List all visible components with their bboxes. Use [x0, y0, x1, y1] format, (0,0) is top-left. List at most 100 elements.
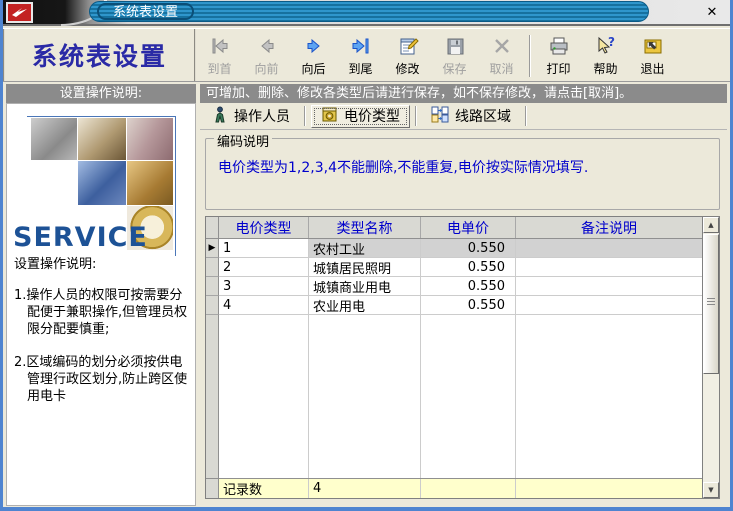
- person-icon: [212, 106, 228, 127]
- save-icon: [444, 36, 466, 59]
- scrollbar-thumb[interactable]: [703, 234, 719, 374]
- price-type-grid: 电价类型 类型名称 电单价 备注说明 ▶ 1 农村工业 0.550: [205, 216, 720, 499]
- service-logo-text: SERVICE: [13, 222, 148, 253]
- row-marker-icon: ▶: [206, 239, 219, 258]
- print-button[interactable]: 打印: [535, 29, 582, 81]
- collage-photo-fountain-pen: [78, 118, 126, 160]
- groupbox-note-text: 电价类型为1,2,3,4不能删除,不能重复,电价按实际情况填写.: [218, 157, 588, 177]
- row-selector[interactable]: [206, 277, 219, 296]
- help-icon: ?: [595, 36, 617, 59]
- cell-type[interactable]: 4: [219, 296, 309, 315]
- area-docs-icon: [431, 106, 449, 127]
- tab-line-area[interactable]: 线路区域: [422, 105, 520, 128]
- tab-bar: 操作人员 电价类型 线路区域: [200, 103, 727, 130]
- first-button[interactable]: 到首: [196, 29, 243, 81]
- cell-name[interactable]: 城镇商业用电: [309, 277, 421, 296]
- window-title: 系统表设置: [97, 3, 194, 20]
- col-header-type-name[interactable]: 类型名称: [309, 217, 421, 238]
- row-selector[interactable]: [206, 258, 219, 277]
- grid-table: 电价类型 类型名称 电单价 备注说明 ▶ 1 农村工业 0.550: [206, 217, 702, 498]
- grid-footer-row: 记录数 4: [206, 478, 702, 498]
- cell-price[interactable]: 0.550: [421, 296, 516, 315]
- groupbox-title: 编码说明: [214, 131, 272, 150]
- cell-note[interactable]: [516, 296, 702, 315]
- first-button-label: 到首: [207, 60, 231, 77]
- tab-price-type[interactable]: 电价类型: [311, 105, 410, 128]
- exit-button[interactable]: 退出: [629, 29, 676, 81]
- close-button[interactable]: ✕: [702, 4, 722, 21]
- toolbar-separator: [529, 35, 531, 77]
- cell-name[interactable]: 农村工业: [309, 239, 421, 258]
- app-window: 系统表设置 ✕ 系统表设置 到首 向前 向后: [0, 0, 733, 511]
- grid-empty-area: [206, 315, 702, 478]
- col-header-unit-price[interactable]: 电单价: [421, 217, 516, 238]
- last-button[interactable]: 到尾: [337, 29, 384, 81]
- tab-price-type-label: 电价类型: [344, 106, 400, 126]
- col-header-price-type[interactable]: 电价类型: [219, 217, 309, 238]
- cell-price[interactable]: 0.550: [421, 258, 516, 277]
- modify-button-label: 修改: [395, 60, 419, 77]
- print-button-label: 打印: [546, 60, 570, 77]
- sidebar-header: 设置操作说明:: [6, 84, 196, 103]
- grid-selector-header: [206, 217, 219, 238]
- cell-type[interactable]: 3: [219, 277, 309, 296]
- content-area: 设置操作说明: SERVICE 设置操作说明: 1.操作人员的权限可按需要分配便…: [6, 84, 727, 506]
- cell-price[interactable]: 0.550: [421, 239, 516, 258]
- grid-header-row: 电价类型 类型名称 电单价 备注说明: [206, 217, 702, 239]
- arrow-last-icon: [350, 36, 372, 59]
- scroll-down-button[interactable]: ▼: [703, 482, 719, 498]
- help-button[interactable]: ? 帮助: [582, 29, 629, 81]
- title-banner: 系统表设置: [89, 1, 649, 22]
- code-description-groupbox: 编码说明 电价类型为1,2,3,4不能删除,不能重复,电价按实际情况填写.: [205, 138, 720, 210]
- cell-type[interactable]: 1: [219, 239, 309, 258]
- table-row[interactable]: 3 城镇商业用电 0.550: [206, 277, 702, 296]
- cell-name[interactable]: 城镇居民照明: [309, 258, 421, 277]
- scroll-up-button[interactable]: ▲: [703, 217, 719, 233]
- scroll-up-icon: ▲: [708, 221, 713, 229]
- grid-selector-filler: [206, 315, 219, 478]
- note-item-1: 1.操作人员的权限可按需要分配便于兼职操作,但管理员权限分配要慎重;: [14, 287, 191, 338]
- col-header-note[interactable]: 备注说明: [516, 217, 702, 238]
- collage-hline-decoration: [27, 116, 176, 117]
- tab-operators[interactable]: 操作人员: [203, 105, 299, 128]
- cancel-icon: [491, 36, 513, 59]
- cancel-button[interactable]: 取消: [478, 29, 525, 81]
- cancel-button-label: 取消: [489, 60, 513, 77]
- tab-operators-label: 操作人员: [234, 106, 290, 126]
- table-row[interactable]: 2 城镇居民照明 0.550: [206, 258, 702, 277]
- tab-separator: [415, 106, 417, 126]
- footer-empty-cell: [421, 479, 516, 498]
- modify-button[interactable]: 修改: [384, 29, 431, 81]
- sidebar: 设置操作说明: SERVICE 设置操作说明: 1.操作人员的权限可按需要分配便…: [6, 84, 196, 506]
- last-button-label: 到尾: [348, 60, 372, 77]
- arrow-prev-icon: [256, 36, 278, 59]
- cell-note[interactable]: [516, 277, 702, 296]
- note-item-2: 2.区域编码的划分必须按供电管理行政区划分,防止跨区使用电卡: [14, 354, 191, 405]
- instruction-bar: 可增加、删除、修改各类型后请进行保存，如不保存修改，请点击[取消]。: [200, 84, 727, 103]
- cell-price[interactable]: 0.550: [421, 277, 516, 296]
- table-row[interactable]: ▶ 1 农村工业 0.550: [206, 239, 702, 258]
- tab-separator: [304, 106, 306, 126]
- edit-icon: [397, 36, 419, 59]
- row-selector[interactable]: [206, 296, 219, 315]
- collage-photo-pens: [127, 118, 173, 160]
- title-bar: 系统表设置 ✕: [3, 0, 730, 26]
- cell-name[interactable]: 农业用电: [309, 296, 421, 315]
- vertical-scrollbar[interactable]: ▲ ▼: [702, 217, 719, 498]
- next-button[interactable]: 向后: [290, 29, 337, 81]
- table-row[interactable]: 4 农业用电 0.550: [206, 296, 702, 315]
- svg-text:?: ?: [608, 36, 615, 49]
- cell-note[interactable]: [516, 258, 702, 277]
- scrollbar-grip-icon: [707, 298, 715, 306]
- prev-button-label: 向前: [254, 60, 278, 77]
- scroll-down-icon: ▼: [708, 486, 713, 494]
- cell-type[interactable]: 2: [219, 258, 309, 277]
- exit-icon: [642, 36, 664, 59]
- cell-note[interactable]: [516, 239, 702, 258]
- page-title: 系统表设置: [3, 29, 196, 81]
- sidebar-notes: 设置操作说明: 1.操作人员的权限可按需要分配便于兼职操作,但管理员权限分配要慎…: [14, 256, 191, 421]
- prev-button[interactable]: 向前: [243, 29, 290, 81]
- save-button[interactable]: 保存: [431, 29, 478, 81]
- next-button-label: 向后: [301, 60, 325, 77]
- collage-photo-keyboard: [78, 161, 126, 205]
